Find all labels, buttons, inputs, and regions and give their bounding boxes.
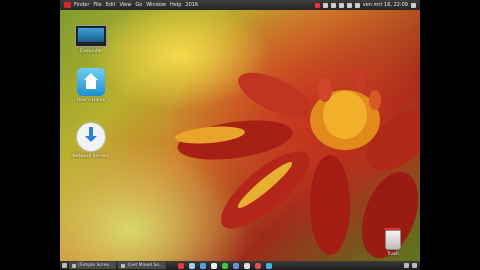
trash-small-icon[interactable]: [412, 263, 417, 268]
desktop-icon-label: User's Home: [76, 98, 106, 103]
dock: [178, 262, 273, 269]
desktop-icon-trash[interactable]: Trash: [371, 228, 415, 257]
desktop-icon-label: Network Servers: [72, 154, 110, 159]
task-button-simple-screen-recorder[interactable]: [Simple Scree...: [69, 262, 117, 269]
window-icon: [72, 263, 76, 268]
show-desktop-icon[interactable]: [62, 263, 67, 268]
taskbar: [Simple Scree... [Get Mixed So...: [60, 261, 420, 270]
desktop-icon-network-servers[interactable]: Network Servers: [69, 122, 113, 159]
taskbar-right: [404, 263, 417, 268]
clock[interactable]: ven mrt 16, 22:09: [363, 0, 408, 10]
app-logo-icon[interactable]: [64, 2, 71, 8]
dock-app-icon[interactable]: [244, 262, 251, 269]
menu-list: Finder File Edit View Go Window Help 201…: [74, 0, 198, 10]
window-icon: [121, 263, 126, 268]
dock-app-icon[interactable]: [222, 262, 229, 269]
menu-go[interactable]: Go: [135, 0, 142, 10]
desktop-icon-label: Trash: [387, 252, 399, 257]
power-icon[interactable]: [411, 2, 416, 8]
mail-icon[interactable]: [322, 2, 328, 8]
dock-app-icon[interactable]: [178, 262, 185, 269]
menu-view[interactable]: View: [119, 0, 131, 10]
flower-center: [310, 68, 381, 150]
wallpaper-flower: [175, 68, 420, 259]
dock-app-icon[interactable]: [233, 262, 240, 269]
desktop-icon-label: Computer: [79, 49, 103, 54]
menu-year[interactable]: 2016: [185, 0, 198, 10]
home-icon: [77, 68, 105, 96]
menu-file[interactable]: File: [93, 0, 101, 10]
network-servers-icon: [76, 122, 106, 152]
trash-icon: [384, 228, 401, 250]
recording-icon[interactable]: [314, 2, 320, 8]
desktop-icon-computer[interactable]: Computer: [69, 25, 113, 54]
dock-app-icon[interactable]: [266, 262, 273, 269]
dock-app-icon[interactable]: [189, 262, 196, 269]
workspace-icon[interactable]: [404, 263, 409, 268]
keyboard-icon[interactable]: [354, 2, 360, 8]
menu-finder[interactable]: Finder: [74, 0, 89, 10]
volume-icon[interactable]: [346, 2, 352, 8]
dock-app-icon[interactable]: [200, 262, 207, 269]
desktop: Finder File Edit View Go Window Help 201…: [60, 0, 420, 270]
menu-window[interactable]: Window: [146, 0, 166, 10]
dock-app-icon[interactable]: [211, 262, 218, 269]
computer-icon: [75, 25, 107, 47]
task-label: [Get Mixed So...: [127, 263, 164, 268]
wifi-icon[interactable]: [338, 2, 344, 8]
task-button-get-mixed[interactable]: [Get Mixed So...: [118, 262, 167, 269]
dock-app-icon[interactable]: [255, 262, 262, 269]
menu-edit[interactable]: Edit: [106, 0, 116, 10]
menu-help[interactable]: Help: [170, 0, 181, 10]
bluetooth-icon[interactable]: [330, 2, 336, 8]
task-label: [Simple Scree...: [78, 263, 114, 268]
system-tray: ven mrt 16, 22:09: [314, 0, 416, 10]
desktop-icon-home[interactable]: User's Home: [69, 68, 113, 103]
top-menu-bar: Finder File Edit View Go Window Help 201…: [60, 0, 420, 10]
